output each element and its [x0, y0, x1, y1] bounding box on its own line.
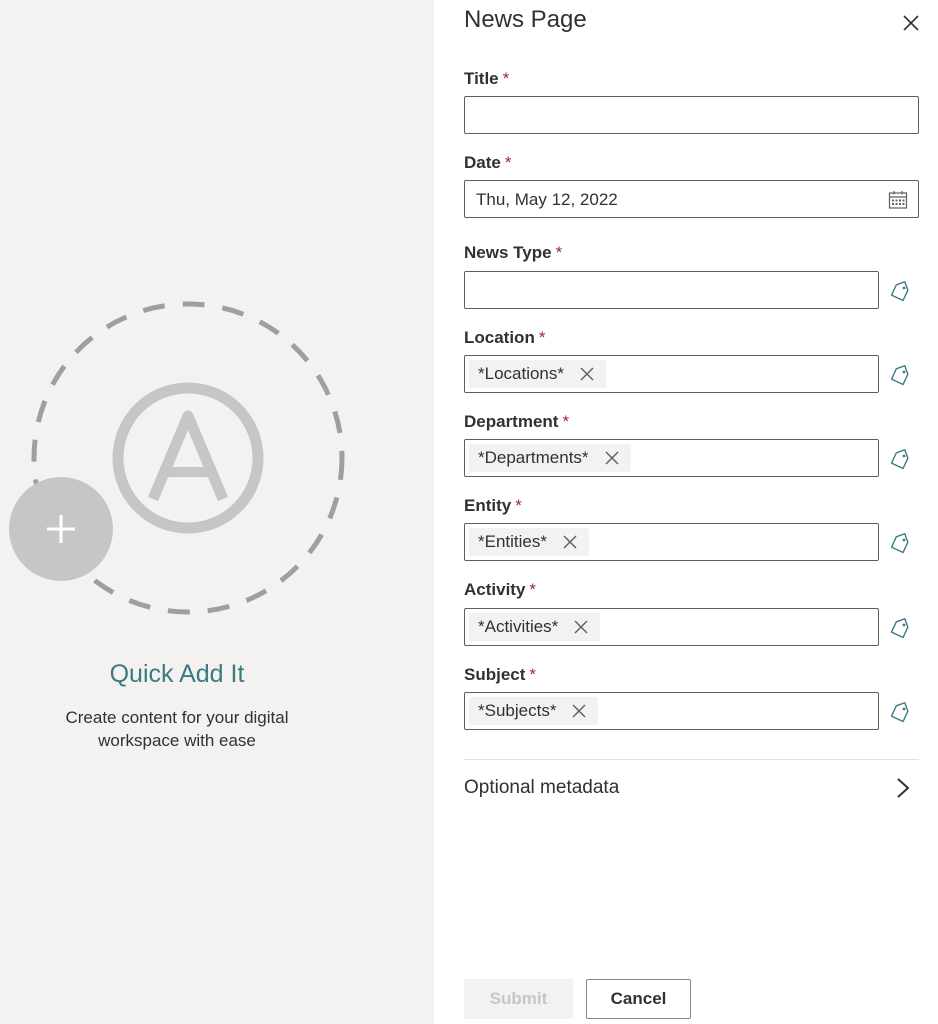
- required-marker: *: [555, 243, 563, 262]
- subject-picker[interactable]: *Subjects*: [464, 692, 879, 730]
- required-marker: *: [515, 496, 522, 515]
- remove-chip-icon[interactable]: [568, 700, 590, 722]
- required-marker: *: [529, 665, 537, 684]
- subject-chip: *Subjects*: [469, 697, 599, 725]
- remove-chip-icon[interactable]: [559, 531, 581, 553]
- entity-chip: *Entities*: [469, 528, 589, 556]
- news-type-label: News Type *: [464, 243, 563, 262]
- location-picker[interactable]: *Locations*: [464, 355, 879, 393]
- news-page-form: News Page Title * Date * Thu, May 12, 2022…: [434, 0, 938, 1024]
- chip-label: *Subjects*: [478, 701, 557, 720]
- close-icon[interactable]: [900, 12, 922, 34]
- date-value: Thu, May 12, 2022: [476, 190, 618, 209]
- remove-chip-icon[interactable]: [576, 363, 598, 385]
- activity-picker[interactable]: *Activities*: [464, 608, 879, 646]
- submit-button[interactable]: Submit: [464, 979, 573, 1019]
- tag-icon[interactable]: [888, 616, 912, 640]
- tag-icon[interactable]: [888, 447, 912, 471]
- remove-chip-icon[interactable]: [601, 447, 623, 469]
- tag-icon[interactable]: [888, 279, 912, 303]
- section-divider: [464, 759, 919, 760]
- news-type-picker[interactable]: [464, 271, 879, 309]
- welcome-pane: Quick Add It Create content for your dig…: [0, 0, 434, 1024]
- title-input[interactable]: [464, 96, 919, 134]
- add-circle-icon: [9, 477, 113, 581]
- chip-label: *Entities*: [478, 532, 547, 551]
- entity-label: Entity *: [464, 496, 522, 515]
- quick-add-illustration: [9, 301, 345, 615]
- app-subtitle: Create content for your digital workspac…: [65, 708, 289, 750]
- logo-icon: [112, 382, 264, 534]
- required-marker: *: [538, 328, 546, 347]
- department-label: Department *: [464, 412, 570, 431]
- title-label: Title *: [464, 69, 510, 88]
- entity-picker[interactable]: *Entities*: [464, 523, 879, 561]
- remove-chip-icon[interactable]: [570, 616, 592, 638]
- required-marker: *: [562, 412, 570, 431]
- tag-icon[interactable]: [888, 700, 912, 724]
- app-title: Quick Add It: [109, 660, 245, 688]
- location-label: Location *: [464, 328, 546, 347]
- department-chip: *Departments*: [469, 444, 631, 472]
- optional-metadata-toggle[interactable]: Optional metadata: [464, 777, 619, 799]
- required-marker: *: [529, 580, 537, 599]
- activity-label: Activity *: [464, 580, 537, 599]
- subject-label: Subject *: [464, 665, 537, 684]
- chip-label: *Locations*: [478, 364, 565, 383]
- calendar-icon[interactable]: [888, 190, 908, 210]
- required-marker: *: [504, 153, 512, 172]
- date-label: Date *: [464, 153, 512, 172]
- tag-icon[interactable]: [888, 363, 912, 387]
- chip-label: *Departments*: [478, 448, 589, 467]
- department-picker[interactable]: *Departments*: [464, 439, 879, 477]
- location-chip: *Locations*: [469, 360, 607, 388]
- cancel-button[interactable]: Cancel: [586, 979, 691, 1019]
- panel-title: News Page: [464, 6, 587, 33]
- required-marker: *: [502, 69, 510, 88]
- tag-icon[interactable]: [888, 531, 912, 555]
- date-picker[interactable]: Thu, May 12, 2022: [464, 180, 919, 218]
- chevron-right-icon[interactable]: [894, 776, 912, 800]
- chip-label: *Activities*: [478, 617, 559, 636]
- activity-chip: *Activities*: [469, 613, 601, 641]
